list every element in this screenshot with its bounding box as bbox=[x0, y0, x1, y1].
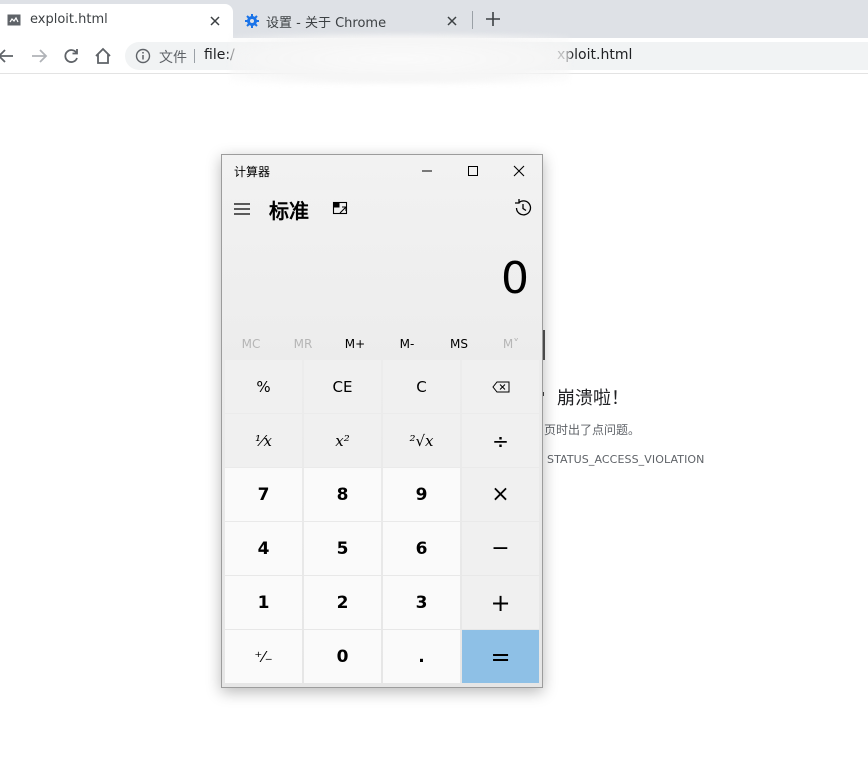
digit-7-button[interactable]: 7 bbox=[225, 468, 302, 521]
square-button[interactable]: x² bbox=[304, 414, 381, 467]
clear-entry-button[interactable]: CE bbox=[304, 360, 381, 413]
broken-page-icon bbox=[7, 14, 21, 26]
new-tab-plus-icon[interactable] bbox=[484, 10, 502, 28]
info-icon[interactable] bbox=[135, 48, 151, 64]
omnibox-divider bbox=[194, 49, 195, 63]
square-root-button[interactable]: ²√x bbox=[383, 414, 460, 467]
forward-arrow-icon[interactable] bbox=[29, 46, 49, 66]
digit-0-button[interactable]: 0 bbox=[304, 630, 381, 683]
memory-add-button[interactable]: M+ bbox=[329, 329, 381, 359]
backspace-icon bbox=[491, 381, 510, 393]
window-title: 计算器 bbox=[234, 165, 271, 179]
crash-error-code: STATUS_ACCESS_VIOLATION bbox=[547, 453, 705, 466]
digit-2-button[interactable]: 2 bbox=[304, 576, 381, 629]
divide-button[interactable]: ÷ bbox=[462, 414, 539, 467]
digit-6-button[interactable]: 6 bbox=[383, 522, 460, 575]
memory-store-button[interactable]: MS bbox=[433, 329, 485, 359]
memory-clear-button[interactable]: MC bbox=[225, 329, 277, 359]
digit-9-button[interactable]: 9 bbox=[383, 468, 460, 521]
hamburger-menu-icon[interactable] bbox=[232, 199, 252, 219]
tab-title: 设置 - 关于 Chrome bbox=[266, 16, 387, 31]
negate-button[interactable]: ⁺⁄₋ bbox=[225, 630, 302, 683]
reciprocal-button[interactable]: ¹⁄x bbox=[225, 414, 302, 467]
result-display: 0 bbox=[501, 253, 529, 304]
keypad: % CE C ¹⁄x x² ²√x ÷ 7 8 9 × 4 5 6 − 1 2 … bbox=[225, 360, 541, 686]
address-bar[interactable]: 文件 file:/ xploit.html bbox=[125, 34, 868, 84]
mode-header: 标准 bbox=[222, 189, 542, 229]
mode-title: 标准 bbox=[269, 199, 309, 223]
url-scheme-label: 文件 bbox=[159, 50, 187, 66]
tab-settings[interactable]: 设置 - 关于 Chrome bbox=[236, 4, 470, 38]
close-icon[interactable] bbox=[207, 13, 223, 29]
memory-recall-button[interactable]: MR bbox=[277, 329, 329, 359]
percent-button[interactable]: % bbox=[225, 360, 302, 413]
crash-description: 页时出了点问题。 bbox=[544, 423, 641, 437]
gear-icon bbox=[245, 14, 259, 28]
memory-list-button[interactable]: M˅ bbox=[485, 329, 537, 359]
history-icon[interactable] bbox=[512, 197, 534, 219]
tab-exploit[interactable]: exploit.html bbox=[0, 4, 233, 38]
close-icon[interactable] bbox=[444, 13, 460, 29]
multiply-button[interactable]: × bbox=[462, 468, 539, 521]
close-window-button[interactable] bbox=[496, 155, 542, 187]
keep-on-top-icon[interactable] bbox=[331, 199, 349, 217]
memory-row: MC MR M+ M- MS M˅ bbox=[222, 329, 542, 359]
backspace-button[interactable] bbox=[462, 360, 539, 413]
window-titlebar[interactable]: 计算器 bbox=[222, 155, 542, 187]
redaction-blur bbox=[230, 34, 570, 84]
digit-3-button[interactable]: 3 bbox=[383, 576, 460, 629]
clear-button[interactable]: C bbox=[383, 360, 460, 413]
digit-5-button[interactable]: 5 bbox=[304, 522, 381, 575]
crash-title: 崩溃啦！ bbox=[557, 388, 629, 409]
memory-subtract-button[interactable]: M- bbox=[381, 329, 433, 359]
add-button[interactable]: + bbox=[462, 576, 539, 629]
digit-1-button[interactable]: 1 bbox=[225, 576, 302, 629]
home-icon[interactable] bbox=[93, 46, 113, 66]
maximize-button[interactable] bbox=[450, 155, 496, 187]
subtract-button[interactable]: − bbox=[462, 522, 539, 575]
reload-icon[interactable] bbox=[61, 46, 81, 66]
minimize-button[interactable] bbox=[404, 155, 450, 187]
calculator-window: 计算器 标准 0 MC MR M+ M- MS M˅ % CE C ¹⁄x x²… bbox=[221, 154, 543, 688]
tab-title: exploit.html bbox=[30, 12, 108, 27]
decimal-button[interactable]: . bbox=[383, 630, 460, 683]
equals-button[interactable]: = bbox=[462, 630, 539, 683]
browser-toolbar: 文件 file:/ xploit.html bbox=[0, 34, 868, 84]
digit-8-button[interactable]: 8 bbox=[304, 468, 381, 521]
digit-4-button[interactable]: 4 bbox=[225, 522, 302, 575]
tab-strip: exploit.html 设置 - 关于 Chrome bbox=[0, 0, 868, 38]
tab-separator bbox=[472, 11, 473, 29]
back-arrow-icon[interactable] bbox=[0, 46, 16, 66]
